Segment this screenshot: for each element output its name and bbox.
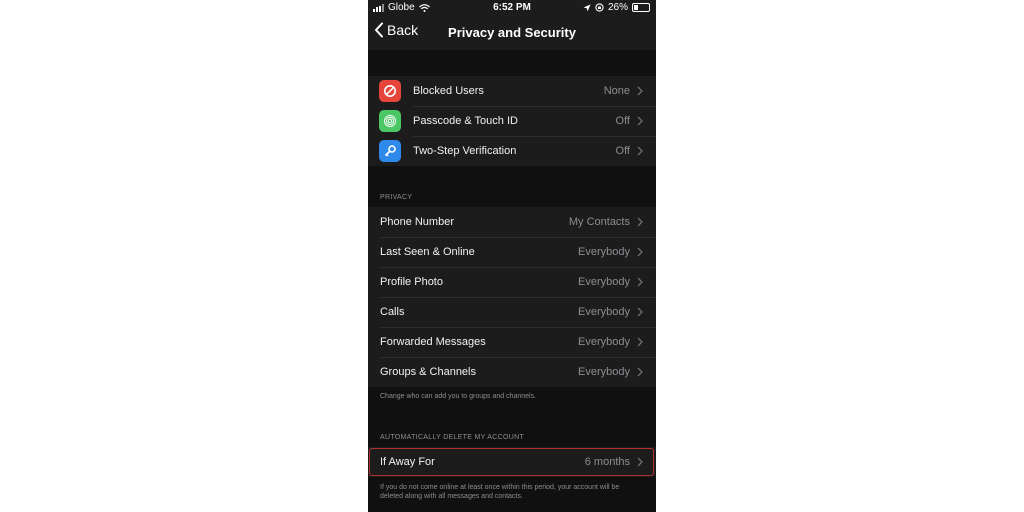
chevron-right-icon [637, 217, 643, 227]
privacy-footer: Change who can add you to groups and cha… [380, 393, 537, 400]
chevron-right-icon [637, 247, 643, 257]
privacy-section-header: PRIVACY [380, 194, 413, 201]
row-label: Blocked Users [413, 85, 484, 97]
phone-screen: Globe 6:52 PM 26% Back Privacy and Secur… [368, 0, 656, 512]
groups-channels-row[interactable]: Groups & Channels Everybody [368, 357, 656, 387]
row-label: Profile Photo [380, 276, 443, 288]
chevron-right-icon [637, 146, 643, 156]
status-bar: Globe 6:52 PM 26% [368, 0, 656, 16]
navigation-bar: Back Privacy and Security [368, 16, 656, 50]
block-icon [379, 80, 401, 102]
chevron-right-icon [637, 337, 643, 347]
chevron-right-icon [637, 307, 643, 317]
row-label: Phone Number [380, 216, 454, 228]
chevron-right-icon [637, 116, 643, 126]
key-icon [379, 140, 401, 162]
delete-account-header: AUTOMATICALLY DELETE MY ACCOUNT [380, 434, 525, 441]
row-value: My Contacts [568, 216, 630, 228]
row-value: Off [615, 145, 630, 157]
chevron-right-icon [637, 367, 643, 377]
last-seen-row[interactable]: Last Seen & Online Everybody [368, 237, 656, 267]
two-step-row[interactable]: Two-Step Verification Off [368, 136, 656, 166]
highlight-box [369, 448, 654, 476]
privacy-group: Phone Number My Contacts Last Seen & Onl… [368, 207, 656, 387]
row-value: Everybody [578, 366, 630, 378]
battery-percent: 26% [607, 2, 628, 13]
row-value: Everybody [578, 246, 630, 258]
delete-account-footer: If you do not come online at least once … [380, 484, 620, 500]
row-value: Everybody [578, 276, 630, 288]
row-value: Off [615, 115, 630, 127]
row-label: Last Seen & Online [380, 246, 475, 258]
chevron-right-icon [637, 277, 643, 287]
row-label: Passcode & Touch ID [413, 115, 518, 127]
profile-photo-row[interactable]: Profile Photo Everybody [368, 267, 656, 297]
row-label: Calls [380, 306, 405, 318]
security-group: Blocked Users None Passcode & Touch ID O… [368, 76, 656, 166]
forwarded-messages-row[interactable]: Forwarded Messages Everybody [368, 327, 656, 357]
page-title: Privacy and Security [448, 25, 576, 40]
row-value: Everybody [578, 336, 630, 348]
phone-number-row[interactable]: Phone Number My Contacts [368, 207, 656, 237]
fingerprint-icon [379, 110, 401, 132]
blocked-users-row[interactable]: Blocked Users None [368, 76, 656, 106]
row-label: Groups & Channels [380, 366, 476, 378]
orientation-lock-icon [595, 3, 604, 12]
calls-row[interactable]: Calls Everybody [368, 297, 656, 327]
row-label: Forwarded Messages [380, 336, 486, 348]
row-value: None [603, 85, 630, 97]
row-value: Everybody [578, 306, 630, 318]
battery-icon [632, 3, 650, 12]
row-label: Two-Step Verification [413, 145, 517, 157]
location-icon [583, 4, 591, 11]
chevron-right-icon [637, 86, 643, 96]
passcode-row[interactable]: Passcode & Touch ID Off [368, 106, 656, 136]
